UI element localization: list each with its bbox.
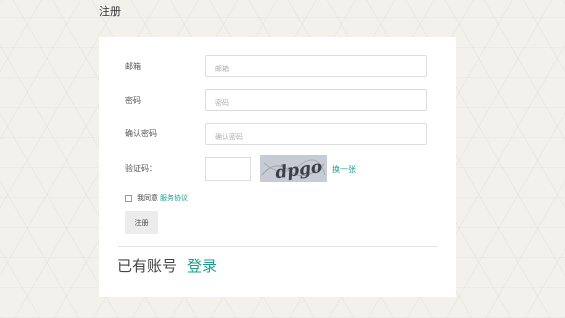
captcha-field-wrapper [205,157,251,182]
register-button[interactable]: 注册 [125,211,158,234]
login-link[interactable]: 登录 [187,257,217,275]
agree-text: 我同意 [137,194,158,202]
captcha-image[interactable]: dpgo [260,155,327,182]
captcha-graphic: dpgo [261,157,326,182]
email-label: 邮箱 [125,62,141,71]
register-card: 邮箱 密码 确认密码 验证码： dpgo 换一张 我同意 服务协议 注册 已有账… [99,37,456,297]
divider [118,246,437,247]
page-title: 注册 [99,5,121,18]
confirm-password-field[interactable] [206,127,426,147]
captcha-text: dpgo [274,157,323,182]
captcha-label: 验证码： [125,164,157,173]
password-field[interactable] [206,93,426,113]
password-field-wrapper [205,89,427,113]
confirm-password-label: 确认密码 [125,129,157,138]
email-field[interactable] [206,59,426,79]
confirm-password-field-wrapper [205,123,427,147]
service-agreement-link[interactable]: 服务协议 [160,193,188,203]
captcha-field[interactable] [206,159,250,182]
refresh-captcha-link[interactable]: 换一张 [332,164,356,175]
have-account-text: 已有账号 [117,257,178,275]
email-field-wrapper [205,55,427,79]
agreement-row: 我同意 服务协议 [125,192,188,204]
password-label: 密码 [125,96,141,105]
agree-checkbox[interactable] [125,194,132,202]
